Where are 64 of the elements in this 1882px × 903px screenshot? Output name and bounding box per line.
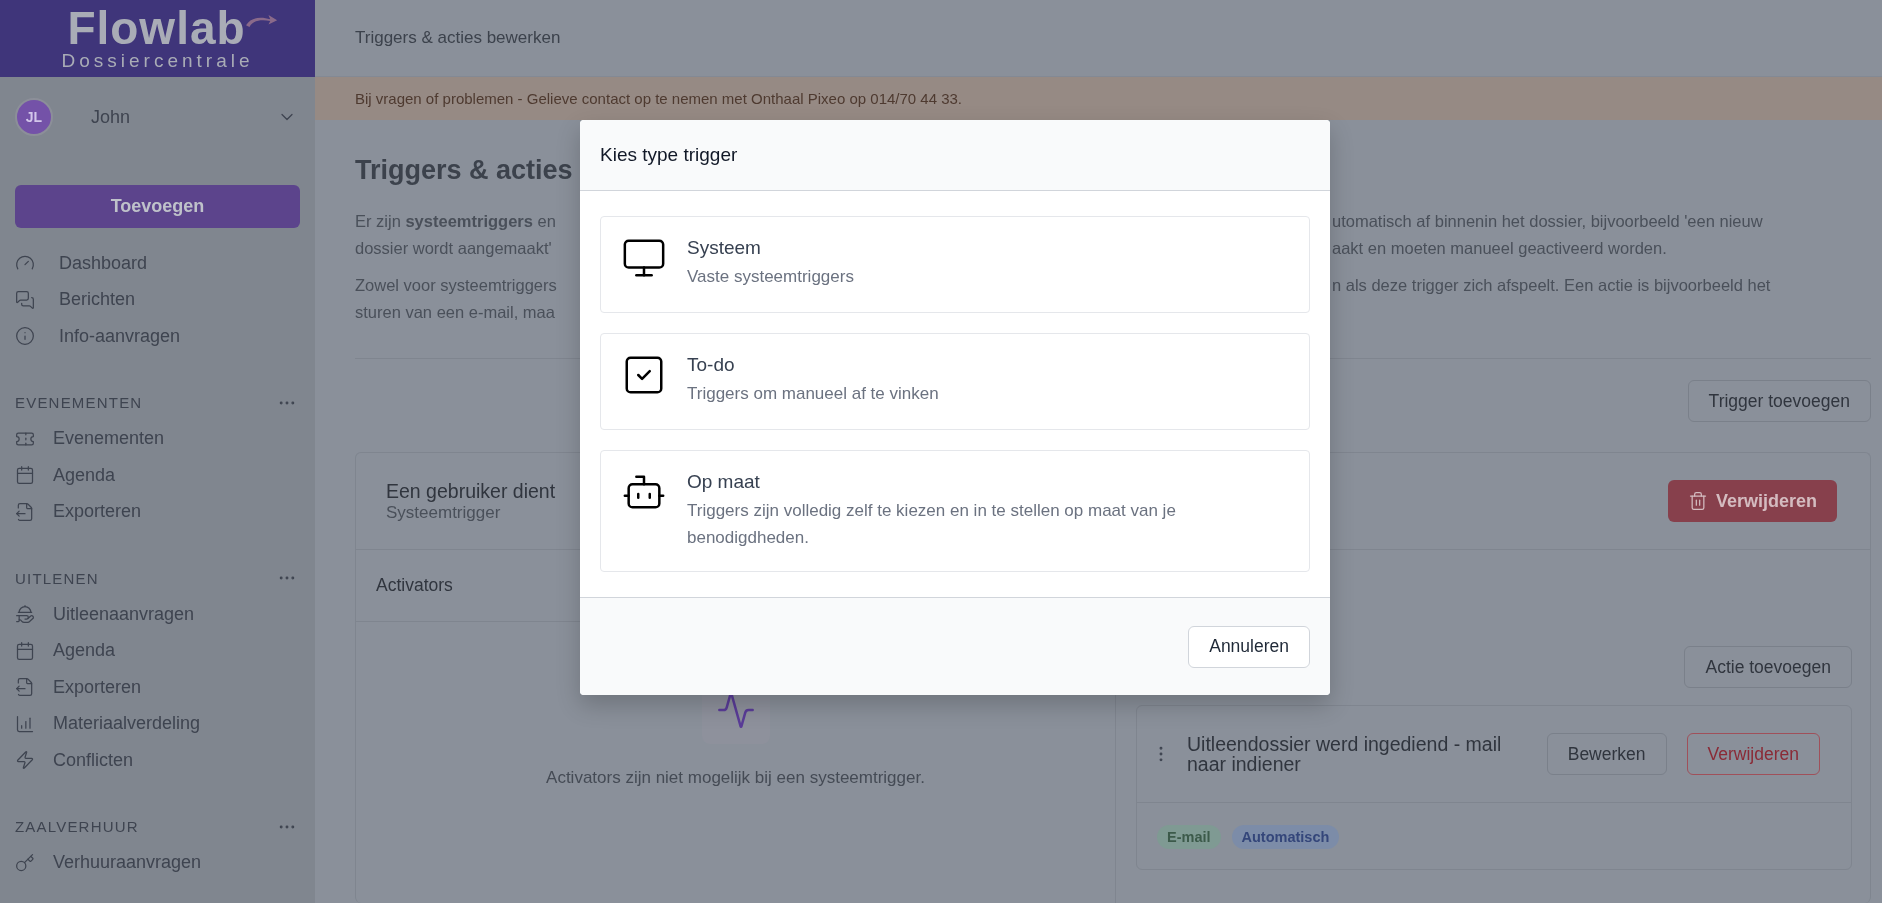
section-title: ZAALVERHUUR xyxy=(15,818,139,835)
header-title: Triggers & acties bewerken xyxy=(355,28,561,48)
sidebar-item[interactable]: Verhuuraanvragen xyxy=(0,844,315,881)
option-title: To-do xyxy=(687,354,736,376)
section-title: EVENEMENTEN xyxy=(15,394,143,411)
tag: E-mail xyxy=(1157,825,1221,849)
sidebar-item[interactable]: Evenementen xyxy=(0,420,315,457)
cancel-button[interactable]: Annuleren xyxy=(1188,625,1310,668)
paragraph-text: utomatisch af binnenin het dossier, bijvoorbeeld 'een nieuw xyxy=(1332,211,1764,232)
edit-button[interactable]: Bewerken xyxy=(1546,733,1667,775)
trigger-type-option[interactable]: Systeem Vaste systeemtriggers xyxy=(600,216,1310,313)
trigger-type-option[interactable]: To-do Triggers om manueel af te vinken xyxy=(600,333,1310,430)
key-icon xyxy=(15,852,35,873)
user-name[interactable]: John xyxy=(91,106,277,128)
logo-name: Flowlab xyxy=(67,5,246,50)
add-trigger-button[interactable]: Trigger toevoegen xyxy=(1687,380,1871,422)
chat-icon xyxy=(15,289,35,310)
action-title: Uitleendossier werd ingediend - mail naar indiener xyxy=(1187,734,1503,774)
sidebar-item[interactable]: Exporteren xyxy=(0,669,315,706)
sidebar-item[interactable]: Info-aanvragen xyxy=(0,318,315,355)
paragraph-text: Er zijn systeemtriggers en xyxy=(355,211,557,232)
delete-button[interactable]: Verwijderen xyxy=(1686,733,1820,775)
sidebar-item[interactable]: Agenda xyxy=(0,632,315,669)
add-button[interactable]: Toevoegen xyxy=(15,185,300,228)
sidebar-item[interactable]: Agenda xyxy=(0,457,315,494)
paragraph-text: aakt en moeten manueel geactiveerd worden. xyxy=(1332,238,1668,259)
delete-button[interactable]: Verwijderen xyxy=(1667,480,1837,522)
empty-message: Activators zijn niet mogelijk bij een systeemtrigger. xyxy=(546,768,925,788)
sidebar-item[interactable]: Dashboard xyxy=(0,245,315,282)
trigger-subtitle: Systeemtrigger xyxy=(386,502,502,523)
calendar-icon xyxy=(15,465,35,486)
tag: Automatisch xyxy=(1231,825,1340,849)
sidebar-item[interactable]: Uitleenaanvragen xyxy=(0,596,315,633)
paragraph-text: dossier wordt aangemaakt' xyxy=(355,238,553,259)
section-title: UITLENEN xyxy=(15,569,99,587)
hand-icon xyxy=(15,604,35,625)
sidebar-item[interactable]: Conflicten xyxy=(0,742,315,779)
lightning-icon xyxy=(15,750,35,771)
paragraph-text: Zowel voor systeemtriggers xyxy=(355,275,558,296)
option-title: Op maat xyxy=(687,471,761,493)
logo-tagline: Dossiercentrale xyxy=(61,49,254,72)
calendar-icon xyxy=(15,640,35,661)
option-description: Triggers zijn volledig zelf te kiezen en in te stellen op maat van je benodigdheden. xyxy=(687,500,1177,549)
trigger-type-option[interactable]: Op maat Triggers zijn volledig zelf te kiezen en in te stellen op maat van je benodigdheden. xyxy=(600,450,1310,572)
option-title: Systeem xyxy=(687,237,762,259)
paragraph-text: sturen van een e-mail, maa xyxy=(355,302,556,323)
modal-title: Kies type trigger xyxy=(600,144,738,166)
info-banner: Bij vragen of problemen - Gelieve contact op te nemen met Onthaal Pixeo op 014/70 44 33. xyxy=(315,77,1882,120)
user-avatar[interactable]: JL xyxy=(15,98,53,136)
column-title: Activators xyxy=(376,575,453,596)
sidebar-item[interactable]: Materiaalverdeling xyxy=(0,705,315,742)
bar-chart-icon xyxy=(15,713,35,734)
trash-icon xyxy=(1687,491,1708,511)
info-icon xyxy=(15,326,35,347)
file-export-icon xyxy=(15,677,35,698)
page-title: Triggers & acties xyxy=(355,154,573,186)
add-action-button[interactable]: Actie toevoegen xyxy=(1684,646,1852,688)
sidebar-item[interactable]: Berichten xyxy=(0,281,315,318)
paragraph-text: n als deze trigger zich afspeelt. Een actie is bijvoorbeeld het xyxy=(1332,275,1772,296)
option-description: Triggers om manueel af te vinken xyxy=(687,383,939,405)
sidebar-item[interactable]: Exporteren xyxy=(0,493,315,530)
trigger-title: Een gebruiker dient xyxy=(386,479,556,503)
file-export-icon xyxy=(15,501,35,522)
option-description: Vaste systeemtriggers xyxy=(687,266,854,288)
